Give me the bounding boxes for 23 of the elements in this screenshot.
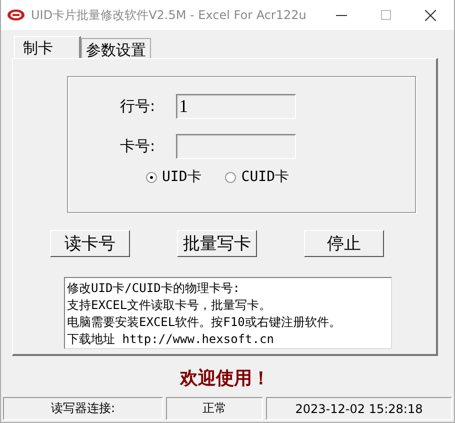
field-label: 行号:: [120, 97, 156, 116]
tab[interactable]: 参数设置: [81, 38, 151, 58]
welcome-text: 欢迎使用！: [178, 367, 271, 390]
status-panel: 读写器连接:: [3, 397, 163, 420]
status-panel: 正常: [166, 397, 263, 420]
minimize-icon[interactable]: [336, 14, 347, 16]
tab[interactable]: 制卡: [14, 36, 81, 58]
radio-option[interactable]: UID卡: [146, 168, 202, 186]
radio-option[interactable]: CUID卡: [225, 168, 290, 186]
app-icon: [7, 9, 25, 21]
action-button[interactable]: 读卡号: [50, 230, 130, 257]
info-line: 下载地址 http://www.hexsoft.cn: [67, 331, 275, 348]
action-button[interactable]: 批量写卡: [177, 230, 257, 257]
info-line: 修改UID卡/CUID卡的物理卡号:: [67, 280, 242, 297]
info-line: 电脑需要安装EXCEL软件。按F10或右键注册软件。: [67, 314, 342, 331]
window-title: UID卡片批量修改软件V2.5M - Excel For Acr122u: [31, 6, 306, 24]
info-line: 支持EXCEL文件读取卡号，批量写卡。: [67, 297, 272, 314]
status-panel: 2023-12-02 15:28:18: [266, 397, 452, 420]
close-icon[interactable]: [425, 10, 436, 20]
input-field[interactable]: [176, 134, 296, 159]
field-label: 卡号:: [120, 137, 156, 156]
input-field[interactable]: 1: [176, 94, 296, 119]
action-button[interactable]: 停止: [304, 230, 384, 257]
